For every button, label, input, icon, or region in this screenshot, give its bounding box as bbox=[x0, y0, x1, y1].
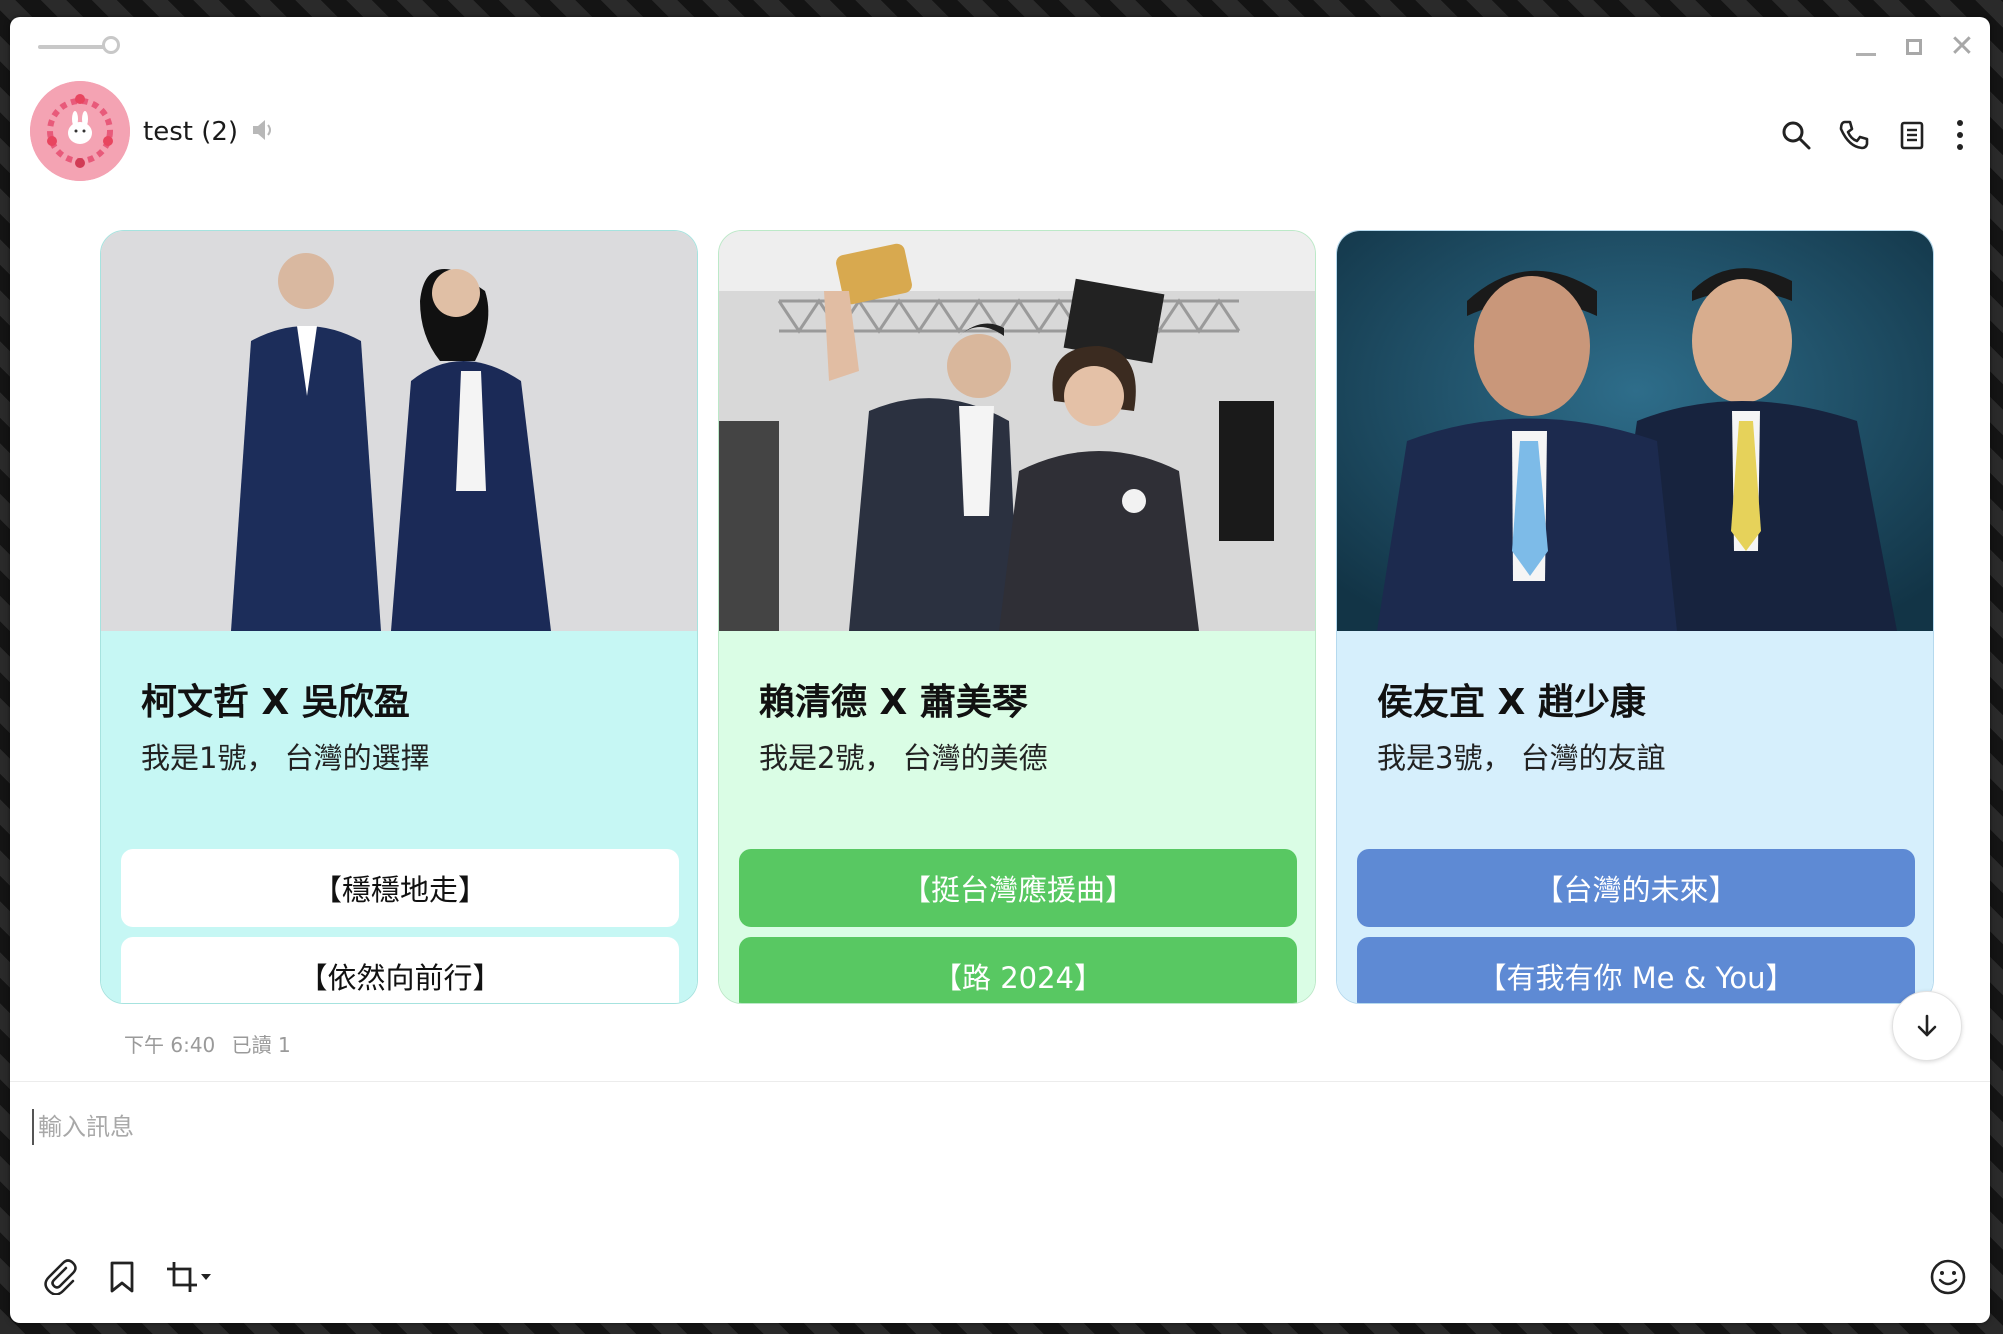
card-title: 侯友宜 X 趙少康 bbox=[1377, 682, 1646, 723]
opacity-slider-knob[interactable] bbox=[102, 36, 120, 54]
read-receipt: 已讀 1 bbox=[231, 1033, 291, 1057]
attach-file-icon[interactable] bbox=[38, 1255, 82, 1299]
candidate-card-3: 侯友宜 X 趙少康 我是3號， 台灣的友誼 【台灣的未來】 【有我有你 Me &… bbox=[1336, 230, 1934, 1004]
message-meta: 下午 6:40 已讀 1 bbox=[124, 1029, 291, 1058]
song-button-me-and-you[interactable]: 【有我有你 Me & You】 bbox=[1357, 937, 1915, 1003]
song-button-still-forward[interactable]: 【依然向前行】 bbox=[121, 937, 679, 1003]
close-icon: ✕ bbox=[1949, 29, 1975, 64]
card-title: 柯文哲 X 吳欣盈 bbox=[141, 682, 410, 723]
song-button-future-taiwan[interactable]: 【台灣的未來】 bbox=[1357, 849, 1915, 927]
chat-title[interactable]: test (2) bbox=[143, 117, 238, 147]
search-icon[interactable] bbox=[1776, 115, 1816, 155]
crop-dropdown-caret-icon[interactable] bbox=[196, 1255, 216, 1299]
card-subtitle: 我是2號， 台灣的美德 bbox=[759, 741, 1048, 775]
card-body-1: 柯文哲 X 吳欣盈 我是1號， 台灣的選擇 【穩穩地走】 【依然向前行】 bbox=[101, 631, 697, 1003]
minimize-button[interactable] bbox=[1848, 29, 1884, 65]
notification-speaker-icon[interactable] bbox=[250, 117, 276, 147]
card-body-3: 侯友宜 X 趙少康 我是3號， 台灣的友誼 【台灣的未來】 【有我有你 Me &… bbox=[1337, 631, 1933, 1003]
message-input[interactable] bbox=[32, 1109, 1940, 1145]
chat-window: ✕ test (2) 柯文哲 X 吳欣盈 我是1號， 台灣的選擇 【穩穩地走】 … bbox=[10, 17, 1990, 1323]
more-options-icon[interactable] bbox=[1940, 115, 1980, 155]
card-body-2: 賴清德 X 蕭美琴 我是2號， 台灣的美德 【挺台灣應援曲】 【路 2024】 bbox=[719, 631, 1315, 1003]
bookmark-icon[interactable] bbox=[100, 1255, 144, 1299]
card-subtitle: 我是1號， 台灣的選擇 bbox=[141, 741, 430, 775]
candidate-photo-1[interactable] bbox=[101, 231, 697, 631]
group-avatar[interactable] bbox=[30, 81, 130, 181]
card-title: 賴清德 X 蕭美琴 bbox=[759, 682, 1028, 723]
card-subtitle: 我是3號， 台灣的友誼 bbox=[1377, 741, 1666, 775]
candidate-card-1: 柯文哲 X 吳欣盈 我是1號， 台灣的選擇 【穩穩地走】 【依然向前行】 bbox=[100, 230, 698, 1004]
candidate-photo-2[interactable] bbox=[719, 231, 1315, 631]
opacity-slider-track[interactable] bbox=[38, 45, 108, 49]
emoji-icon[interactable] bbox=[1926, 1255, 1970, 1299]
maximize-button[interactable] bbox=[1896, 29, 1932, 65]
close-button[interactable]: ✕ bbox=[1944, 29, 1980, 65]
song-button-road-2024[interactable]: 【路 2024】 bbox=[739, 937, 1297, 1003]
arrow-down-icon bbox=[1917, 1014, 1937, 1037]
candidate-card-2: 賴清德 X 蕭美琴 我是2號， 台灣的美德 【挺台灣應援曲】 【路 2024】 bbox=[718, 230, 1316, 1004]
message-time: 下午 6:40 bbox=[124, 1033, 216, 1057]
song-button-support-taiwan[interactable]: 【挺台灣應援曲】 bbox=[739, 849, 1297, 927]
minimize-icon bbox=[1856, 52, 1876, 56]
candidate-photo-3[interactable] bbox=[1337, 231, 1933, 631]
maximize-icon bbox=[1906, 39, 1922, 55]
composer-divider bbox=[10, 1081, 1990, 1082]
scroll-to-bottom-button[interactable] bbox=[1892, 991, 1962, 1061]
song-button-steady-walk[interactable]: 【穩穩地走】 bbox=[121, 849, 679, 927]
notes-icon[interactable] bbox=[1892, 115, 1932, 155]
phone-call-icon[interactable] bbox=[1834, 115, 1874, 155]
